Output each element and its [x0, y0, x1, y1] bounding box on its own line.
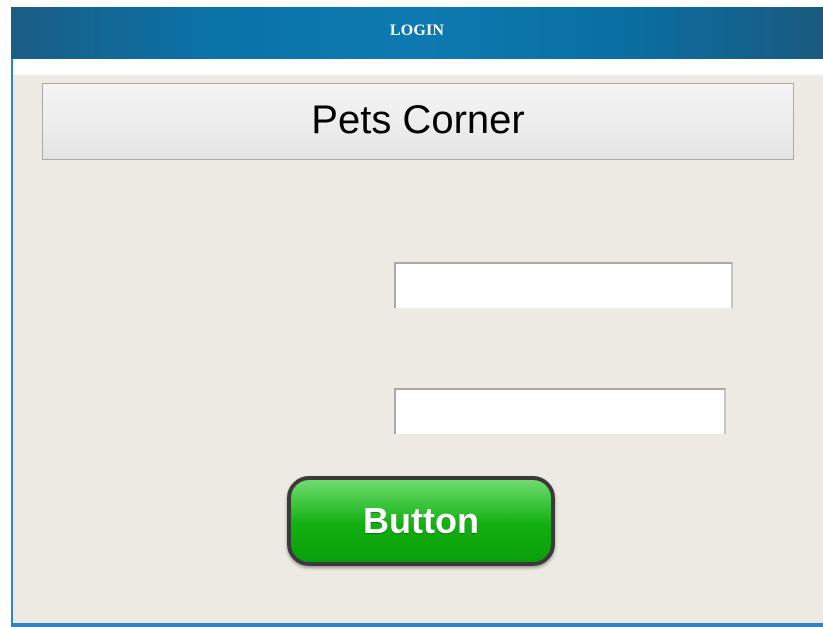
app-name-heading: Pets Corner [311, 98, 525, 142]
title-bar: LOGIN [11, 7, 823, 59]
submit-button[interactable]: Button [287, 476, 555, 566]
window-title: LOGIN [389, 22, 445, 39]
login-field-2[interactable] [394, 388, 726, 434]
login-field-1[interactable] [394, 262, 733, 308]
login-window: LOGIN Pets Corner Button [0, 0, 823, 627]
app-name-panel: Pets Corner [42, 83, 794, 160]
window-bottom-border [11, 623, 823, 627]
